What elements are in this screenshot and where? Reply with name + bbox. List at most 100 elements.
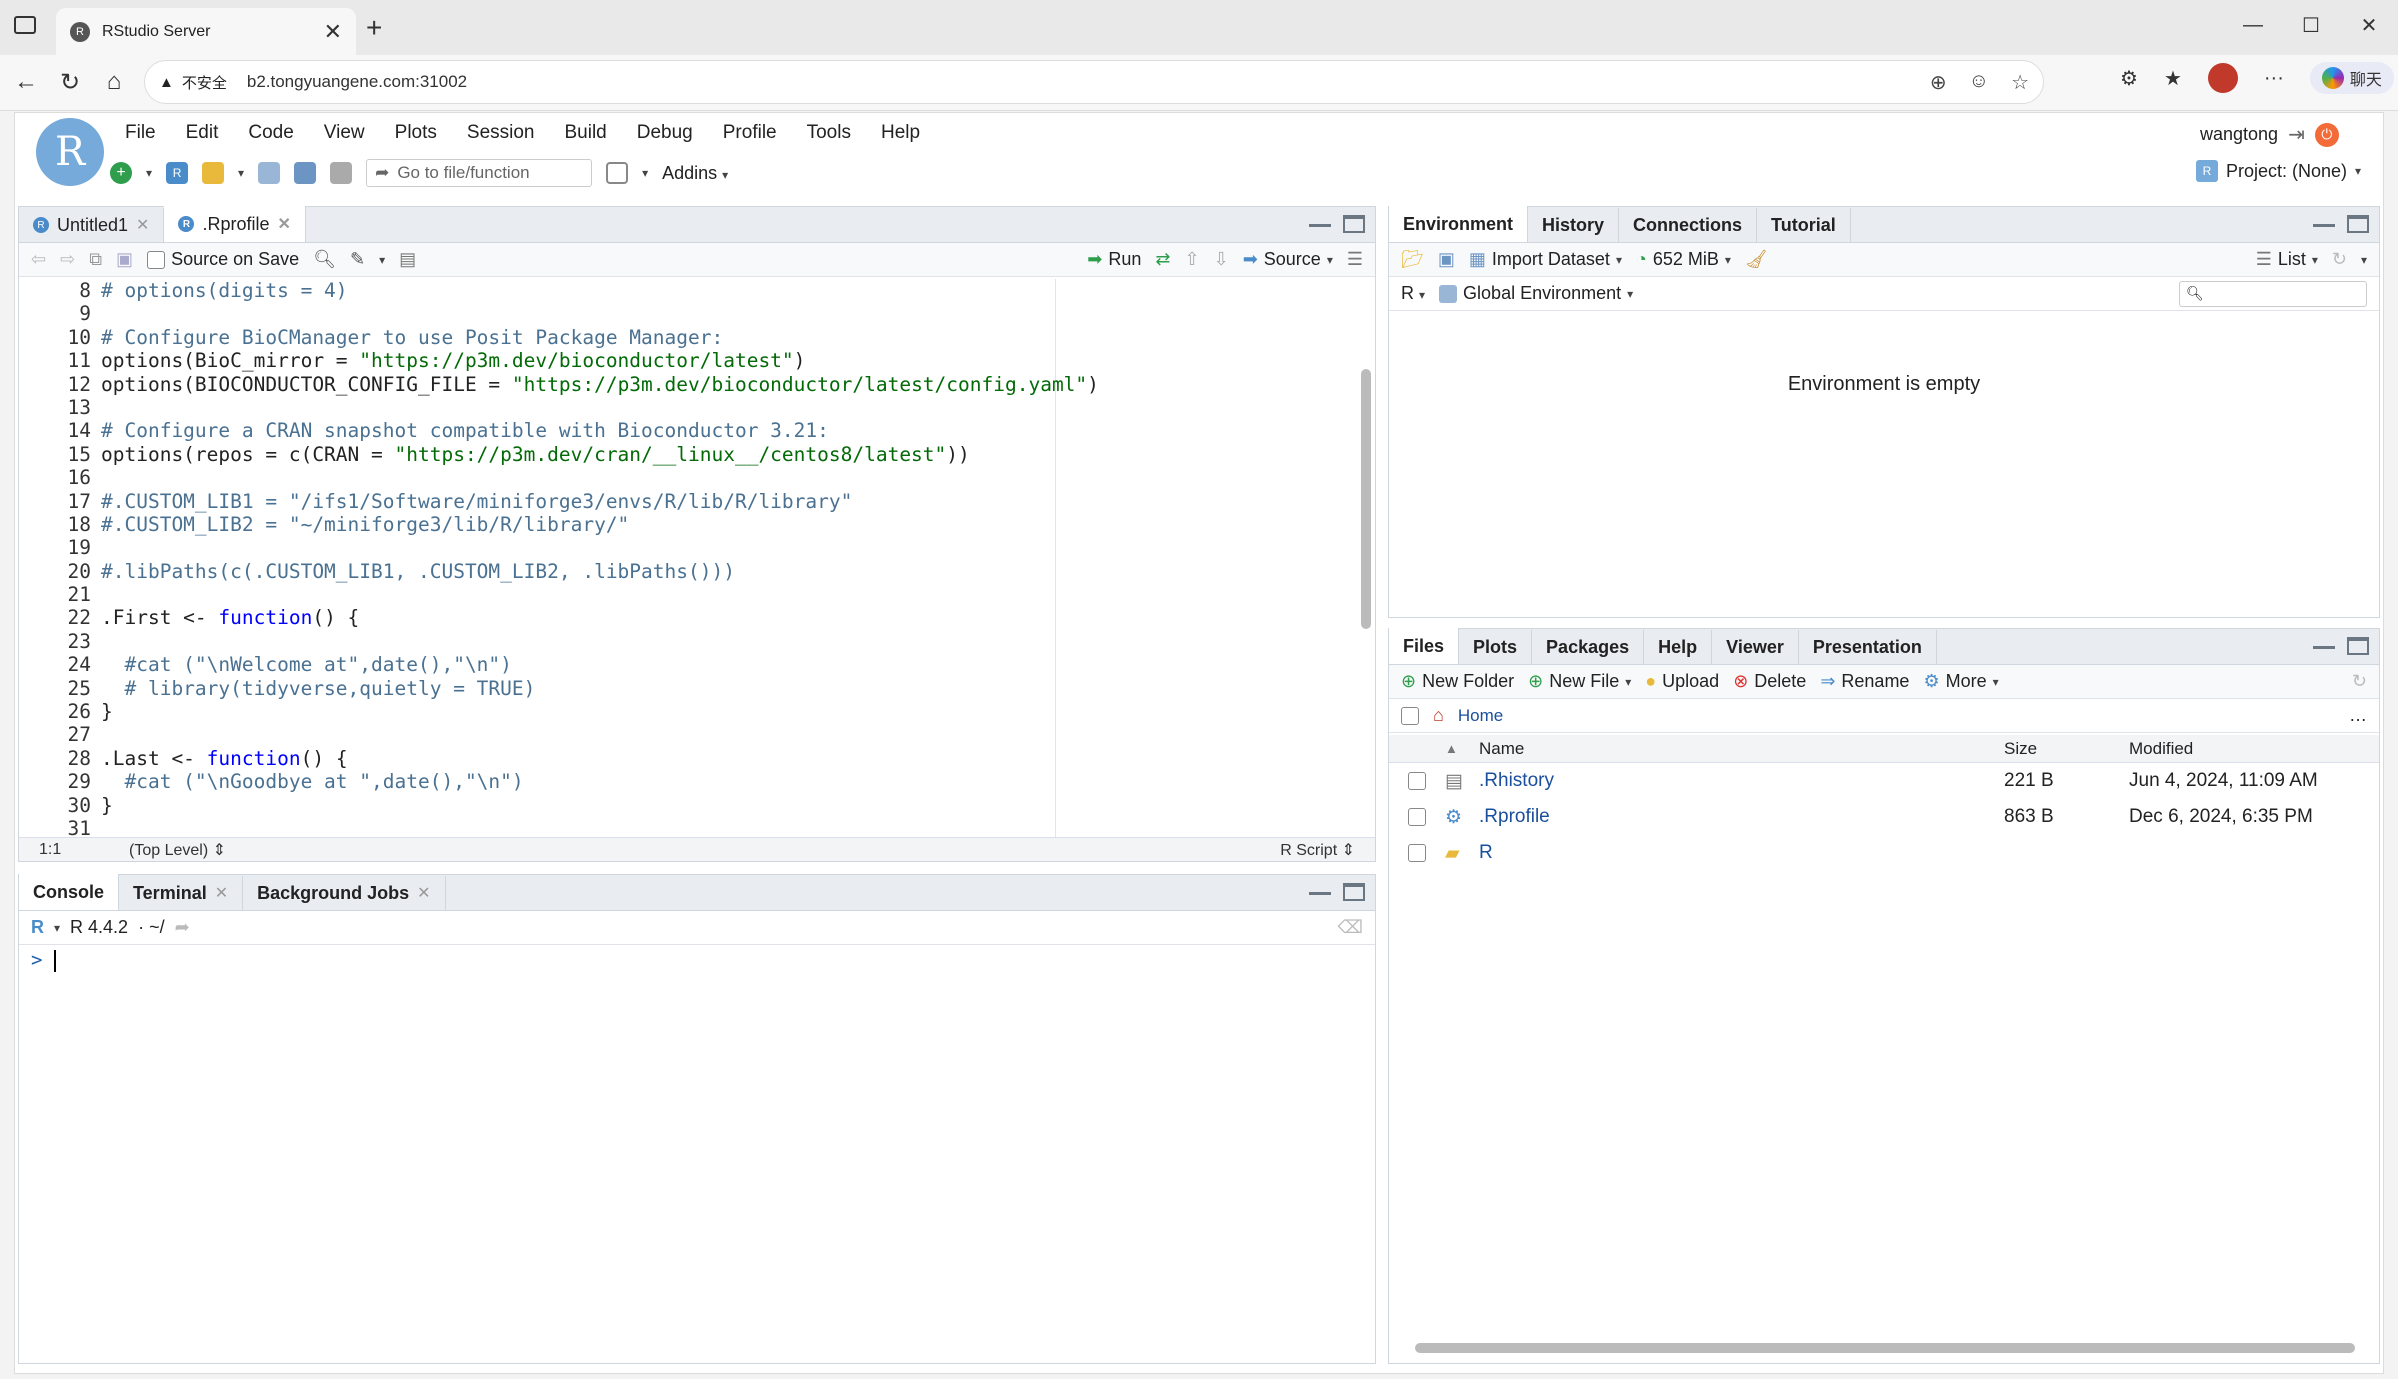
code-line[interactable]: options(BioC_mirror = "https://p3m.dev/b…	[101, 349, 1355, 372]
favorite-star-icon[interactable]: ☆	[2011, 70, 2029, 95]
import-dataset-button[interactable]: ▦ Import Dataset ▾	[1469, 249, 1622, 270]
maximize-pane-icon[interactable]	[2347, 215, 2369, 233]
code-line[interactable]: # Configure BioCManager to use Posit Pac…	[101, 326, 1355, 349]
close-icon[interactable]: ✕	[215, 883, 228, 903]
save-all-icon[interactable]	[294, 162, 317, 184]
row-checkbox[interactable]	[1408, 844, 1426, 862]
tab-connections[interactable]: Connections	[1619, 208, 1758, 242]
tab-history[interactable]: History	[1528, 208, 1620, 242]
load-workspace-icon[interactable]: 📂︎	[1401, 249, 1424, 270]
menu-help[interactable]: Help	[866, 118, 935, 148]
tab-background-jobs[interactable]: Background Jobs ✕	[243, 876, 446, 910]
environment-search-input[interactable]: 🔍︎	[2179, 280, 2367, 307]
goto-dir-icon[interactable]: ➦	[175, 917, 190, 938]
refresh-icon[interactable]: ↻	[50, 62, 90, 102]
code-line[interactable]: options(repos = c(CRAN = "https://p3m.de…	[101, 443, 1355, 466]
copilot-chat-button[interactable]: 聊天	[2309, 62, 2394, 94]
row-checkbox[interactable]	[1408, 772, 1426, 790]
minimize-icon[interactable]: —	[2224, 0, 2282, 50]
scope-selector[interactable]: (Top Level) ⇕	[129, 840, 226, 860]
tab-presentation[interactable]: Presentation	[1799, 630, 1937, 664]
compile-report-icon[interactable]: ▤	[399, 249, 416, 270]
extensions-icon[interactable]: ⚙	[2120, 66, 2138, 91]
code-line[interactable]: #cat ("\nWelcome at",date(),"\n")	[101, 653, 1355, 676]
tab-viewer[interactable]: Viewer	[1712, 630, 1799, 664]
refresh-icon[interactable]: ↻	[2352, 671, 2367, 692]
source-button[interactable]: ➡ Source ▾	[1243, 249, 1333, 270]
column-modified[interactable]: Modified	[2129, 739, 2379, 759]
column-name[interactable]: Name	[1479, 739, 2004, 759]
code-line[interactable]: # options(digits = 4)	[101, 279, 1355, 302]
new-file-button[interactable]: ⊕ New File ▾	[1528, 671, 1631, 692]
code-area[interactable]: 8 9 10 11 12 13 14 15 16 17 18 19 20 21 22 23 24 25 26 27 28…	[19, 279, 1375, 839]
profile-avatar[interactable]	[2207, 63, 2238, 93]
maximize-pane-icon[interactable]	[1343, 883, 1365, 901]
code-line[interactable]: #.CUSTOM_LIB2 = "~/miniforge3/lib/R/libr…	[101, 513, 1355, 536]
breadcrumb-home[interactable]: Home	[1458, 706, 1503, 726]
r-logo-icon[interactable]: R	[31, 917, 44, 938]
tab-files[interactable]: Files	[1389, 628, 1460, 664]
tab-untitled1[interactable]: R Untitled1 ✕	[19, 208, 165, 242]
tab-rprofile[interactable]: R .Rprofile ✕	[164, 206, 306, 242]
code-line[interactable]: # library(tidyverse,quietly = TRUE)	[101, 677, 1355, 700]
code-line[interactable]: options(BIOCONDUCTOR_CONFIG_FILE = "http…	[101, 373, 1355, 396]
menu-tools[interactable]: Tools	[792, 118, 866, 148]
editor-scrollbar[interactable]	[1361, 369, 1371, 629]
clear-console-icon[interactable]: ⌫	[1338, 917, 1363, 938]
tab-plots[interactable]: Plots	[1459, 630, 1533, 664]
delete-button[interactable]: ⊗ Delete	[1733, 671, 1806, 692]
show-in-window-icon[interactable]: ⧉	[89, 249, 102, 270]
goto-file-input[interactable]: ➦ Go to file/function	[366, 159, 593, 187]
search-icon[interactable]: 🔍︎	[313, 249, 336, 270]
code-line[interactable]: #.CUSTOM_LIB1 = "/ifs1/Software/miniforg…	[101, 490, 1355, 513]
code-line[interactable]	[101, 302, 1355, 325]
signout-icon[interactable]: ⇥	[2288, 122, 2305, 147]
close-icon[interactable]: ✕	[277, 214, 290, 234]
file-name[interactable]: .Rprofile	[1479, 806, 2004, 828]
list-view-button[interactable]: ☰ List ▾	[2256, 249, 2318, 270]
tab-terminal[interactable]: Terminal ✕	[119, 876, 244, 910]
zoom-icon[interactable]: ⊕	[1930, 70, 1947, 95]
file-row-rprofile[interactable]: ⚙ .Rprofile 863 B Dec 6, 2024, 6:35 PM	[1389, 799, 2379, 835]
reader-icon[interactable]: ☺	[1969, 70, 1989, 95]
minimize-pane-icon[interactable]	[1309, 215, 1331, 227]
scope-selector[interactable]: Global Environment ▾	[1439, 283, 1633, 304]
row-checkbox[interactable]	[1408, 808, 1426, 826]
menu-view[interactable]: View	[309, 118, 380, 148]
print-icon[interactable]	[330, 162, 353, 184]
code-line[interactable]	[101, 583, 1355, 606]
file-row-r-folder[interactable]: ▰ R	[1389, 835, 2379, 871]
run-button[interactable]: ➡ Run	[1087, 249, 1141, 270]
menu-debug[interactable]: Debug	[622, 118, 708, 148]
code-line[interactable]: }	[101, 794, 1355, 817]
memory-usage-button[interactable]: ◔ 652 MiB ▾	[1636, 249, 1731, 270]
save-icon[interactable]	[258, 162, 281, 184]
close-tab-icon[interactable]: ✕	[324, 19, 342, 45]
url-field[interactable]: ▲ 不安全 b2.tongyuangene.com:31002 ⊕ ☺ ☆	[144, 60, 2044, 104]
addins-button[interactable]: Addins ▾	[662, 163, 728, 184]
menu-plots[interactable]: Plots	[380, 118, 452, 148]
tab-packages[interactable]: Packages	[1532, 630, 1645, 664]
rename-button[interactable]: ⇒ Rename	[1820, 671, 1909, 692]
maximize-icon[interactable]: ☐	[2282, 0, 2340, 50]
files-horizontal-scrollbar[interactable]	[1415, 1343, 2355, 1353]
upload-button[interactable]: ● Upload	[1645, 671, 1719, 692]
code-line[interactable]	[101, 396, 1355, 419]
back-icon[interactable]: ←	[6, 62, 46, 102]
new-folder-button[interactable]: ⊕ New Folder	[1401, 671, 1514, 692]
code-line[interactable]: # Configure a CRAN snapshot compatible w…	[101, 419, 1355, 442]
outline-icon[interactable]: ☰	[1347, 249, 1363, 270]
column-size[interactable]: Size	[2004, 739, 2129, 759]
new-project-icon[interactable]: R	[166, 162, 189, 184]
maximize-pane-icon[interactable]	[2347, 637, 2369, 655]
open-file-icon[interactable]	[202, 162, 225, 184]
tab-help[interactable]: Help	[1644, 630, 1713, 664]
magic-wand-icon[interactable]: ✎	[350, 249, 365, 270]
broom-icon[interactable]: 🧹︎	[1745, 249, 1768, 270]
layout-grid-icon[interactable]	[606, 162, 629, 184]
browser-tab[interactable]: R RStudio Server ✕	[56, 8, 356, 55]
save-icon[interactable]: ▣	[116, 249, 133, 270]
sidebar-toggle-icon[interactable]	[14, 16, 36, 34]
file-row-rhistory[interactable]: ▤ .Rhistory 221 B Jun 4, 2024, 11:09 AM	[1389, 763, 2379, 799]
language-selector[interactable]: R ▾	[1401, 283, 1425, 304]
